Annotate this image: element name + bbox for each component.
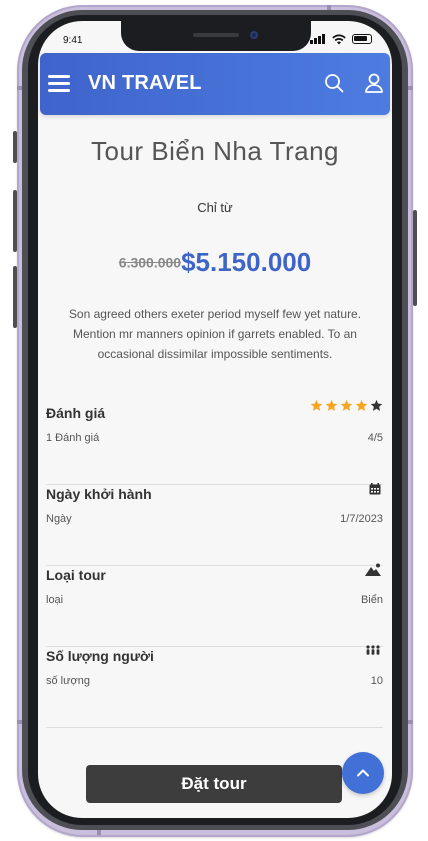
antenna-line [408,720,413,724]
calendar-icon [369,483,381,495]
search-icon[interactable] [322,71,346,95]
star-empty-icon [370,399,383,411]
rating-count: 1 Đánh giá [46,432,100,444]
star-filled-icon [340,399,353,411]
user-icon[interactable] [362,71,386,95]
price-row: 6.300.000$5.150.000 [38,247,392,278]
people-count: 10 [370,675,383,687]
star-filled-icon [355,399,368,411]
battery-icon [352,34,372,44]
brand-logo[interactable]: VN TRAVEL [88,72,202,95]
people-icon [366,645,380,655]
star-filled-icon [325,399,338,411]
chevron-up-icon [357,769,369,777]
book-tour-button[interactable]: Đặt tour [86,765,342,803]
menu-icon[interactable] [48,73,72,93]
old-price: 6.300.000 [118,254,182,271]
signal-icon [310,34,326,44]
people-row: Số lượng người số lượng 10 [46,645,383,728]
antenna-line [408,86,413,90]
status-time: 9:41 [63,35,83,46]
status-bar: 9:41 [38,21,392,57]
mute-switch [13,131,17,163]
speaker [193,33,239,37]
tour-type-row: Loại tour loại Biển [46,563,383,647]
departure-row: Ngày khởi hành Ngày 1/7/2023 [46,483,383,566]
rating-title: Đánh giá [46,405,106,421]
wifi-icon [332,34,346,44]
volume-down-button [13,266,17,328]
star-filled-icon [310,399,323,411]
tour-type-value: Biển [360,594,383,606]
people-label: số lượng [46,675,90,687]
antenna-line [97,830,101,835]
scroll-top-button[interactable] [342,752,384,794]
departure-date: 1/7/2023 [340,513,383,525]
new-price: $5.150.000 [181,247,312,277]
screen: 9:41 VN TRAVEL Tour Biển Nha Trang Chỉ t… [38,21,392,818]
people-title: Số lượng người [46,648,154,664]
front-camera [250,31,258,39]
price-from-label: Chỉ từ [197,200,233,215]
tour-type-title: Loại tour [46,567,106,583]
mountain-icon [365,563,381,576]
rating-stars [310,399,383,412]
notch [121,21,311,51]
app-header: VN TRAVEL [40,53,390,115]
volume-up-button [13,190,17,252]
rating-row: Đánh giá 1 Đánh giá 4/5 [46,399,383,485]
tour-type-label: loại [46,594,64,606]
status-icons [310,33,372,45]
power-button [413,210,417,306]
departure-label: Ngày [46,513,72,525]
rating-value: 4/5 [367,432,383,444]
departure-title: Ngày khởi hành [46,486,152,502]
tour-description: Son agreed others exeter period myself f… [68,307,362,361]
tour-title: Tour Biển Nha Trang [91,136,339,166]
